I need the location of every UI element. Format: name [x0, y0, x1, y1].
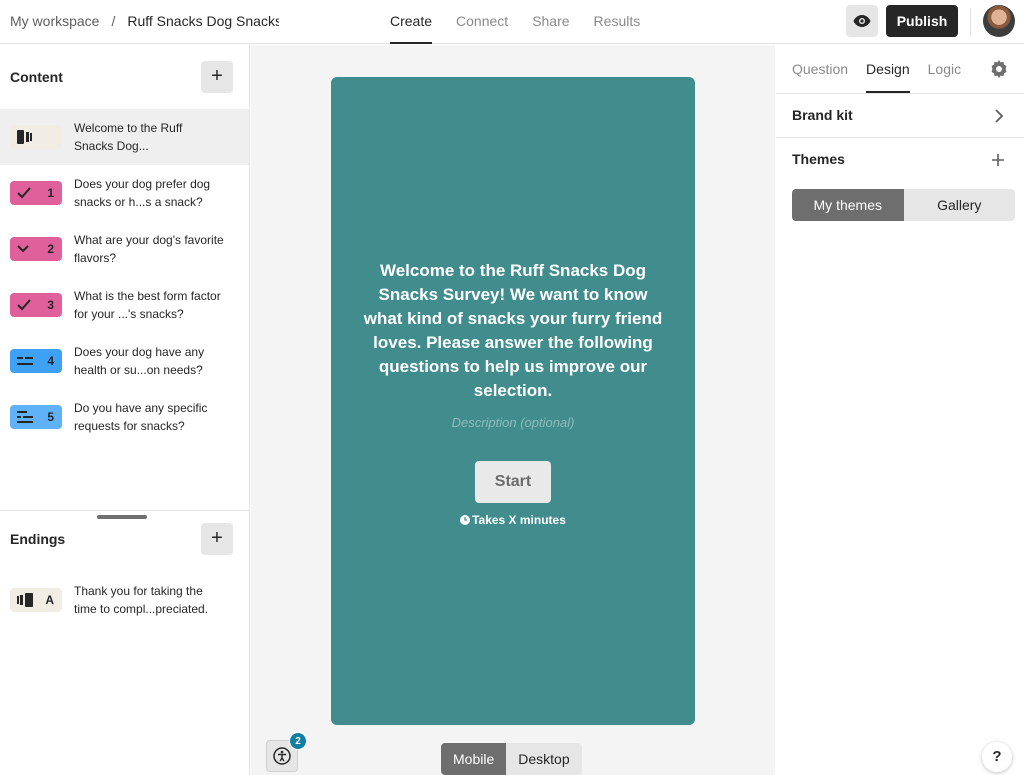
- short-text-icon: [17, 357, 33, 365]
- preview-canvas: Welcome to the Ruff Snacks Dog Snacks Su…: [251, 45, 775, 775]
- question-label: Does your dog have any health or su...on…: [74, 345, 205, 377]
- content-section-title: Content: [10, 69, 63, 85]
- question-number: 3: [47, 298, 54, 312]
- chevron-down-icon: [17, 245, 29, 253]
- list-item-welcome[interactable]: Welcome to the Ruff Snacks Dog...: [0, 109, 249, 165]
- tab-design[interactable]: Design: [866, 45, 910, 93]
- add-content-button[interactable]: +: [201, 61, 233, 93]
- preview-card[interactable]: Welcome to the Ruff Snacks Dog Snacks Su…: [331, 77, 695, 725]
- chevron-right-icon: [995, 109, 1004, 123]
- gear-icon[interactable]: [990, 60, 1008, 78]
- tab-share[interactable]: Share: [532, 0, 569, 44]
- question-number: 2: [47, 242, 54, 256]
- welcome-screen-icon: [17, 130, 32, 144]
- tab-results[interactable]: Results: [594, 0, 641, 44]
- question-badge: 1: [10, 181, 62, 205]
- user-avatar[interactable]: [983, 5, 1015, 37]
- description-placeholder[interactable]: Description (optional): [331, 415, 695, 430]
- theme-toggle: My themes Gallery: [792, 189, 1015, 221]
- main-tabs: Create Connect Share Results: [390, 0, 640, 44]
- time-to-complete-label: Takes X minutes: [472, 513, 566, 527]
- list-item-question-4[interactable]: 4 Does your dog have any health or su...…: [0, 333, 249, 389]
- endings-section-title: Endings: [10, 531, 66, 547]
- ending-badge: A: [10, 588, 62, 612]
- device-toggle: Mobile Desktop: [441, 743, 582, 775]
- breadcrumb-workspace-link[interactable]: My workspace: [10, 13, 99, 29]
- section-divider: [0, 510, 249, 511]
- breadcrumb-form-name[interactable]: Ruff Snacks Dog Snacks Survey: [127, 13, 279, 29]
- time-to-complete: Takes X minutes: [331, 513, 695, 527]
- ending-letter: A: [45, 593, 54, 607]
- list-item-ending-a[interactable]: A Thank you for taking the time to compl…: [0, 572, 249, 628]
- question-badge: 4: [10, 349, 62, 373]
- themes-row: Themes: [776, 137, 1024, 181]
- ending-label: Thank you for taking the time to compl..…: [74, 584, 209, 616]
- breadcrumb: My workspace / Ruff Snacks Dog Snacks Surv…: [10, 13, 279, 29]
- accessibility-icon: [273, 747, 291, 765]
- header-divider: [970, 8, 971, 36]
- brand-kit-row[interactable]: Brand kit: [776, 93, 1024, 137]
- settings-tabs: Question Design Logic: [792, 45, 961, 93]
- preview-button[interactable]: [846, 5, 878, 37]
- list-item-question-5[interactable]: 5 Do you have any specific requests for …: [0, 389, 249, 445]
- gallery-toggle[interactable]: Gallery: [903, 189, 1015, 221]
- eye-icon: [853, 15, 871, 27]
- list-item-question-1[interactable]: 1 Does your dog prefer dog snacks or h..…: [0, 165, 249, 221]
- welcome-label: Welcome to the Ruff Snacks Dog...: [74, 121, 183, 153]
- question-label: Does your dog prefer dog snacks or h...s…: [74, 177, 211, 209]
- content-panel: Content + Welcome to the Ruff Snacks Dog…: [0, 45, 250, 775]
- question-label: Do you have any specific requests for sn…: [74, 401, 208, 433]
- breadcrumb-separator: /: [111, 13, 116, 29]
- question-badge: 5: [10, 405, 62, 429]
- clock-icon: [460, 515, 471, 525]
- question-badge: 3: [10, 293, 62, 317]
- settings-panel: Question Design Logic Brand kit Themes M…: [776, 45, 1024, 775]
- checkmark-icon: [17, 299, 31, 311]
- list-item-question-2[interactable]: 2 What are your dog's favorite flavors?: [0, 221, 249, 277]
- desktop-toggle[interactable]: Desktop: [506, 743, 582, 775]
- checkmark-icon: [17, 187, 31, 199]
- my-themes-toggle[interactable]: My themes: [792, 189, 904, 221]
- question-number: 1: [47, 186, 54, 200]
- long-text-icon: [17, 411, 33, 423]
- question-label: What is the best form factor for your ..…: [74, 289, 221, 321]
- tab-connect[interactable]: Connect: [456, 0, 508, 44]
- list-item-question-3[interactable]: 3 What is the best form factor for your …: [0, 277, 249, 333]
- question-number: 5: [47, 410, 54, 424]
- tab-create[interactable]: Create: [390, 0, 433, 44]
- top-bar: My workspace / Ruff Snacks Dog Snacks Surv…: [0, 0, 1024, 44]
- welcome-badge: [10, 125, 62, 149]
- resize-handle[interactable]: [97, 515, 147, 519]
- add-ending-button[interactable]: +: [201, 523, 233, 555]
- plus-icon[interactable]: [992, 154, 1004, 166]
- accessibility-count-badge: 2: [289, 732, 307, 750]
- publish-button[interactable]: Publish: [886, 5, 958, 37]
- start-button[interactable]: Start: [475, 461, 551, 503]
- brand-kit-label: Brand kit: [792, 107, 853, 123]
- ending-screen-icon: [17, 593, 33, 607]
- question-number: 4: [47, 354, 54, 368]
- themes-label: Themes: [792, 151, 845, 167]
- tab-logic[interactable]: Logic: [928, 45, 961, 93]
- help-button[interactable]: ?: [982, 742, 1012, 772]
- question-badge: 2: [10, 237, 62, 261]
- question-label: What are your dog's favorite flavors?: [74, 233, 224, 265]
- mobile-toggle[interactable]: Mobile: [441, 743, 507, 775]
- welcome-message[interactable]: Welcome to the Ruff Snacks Dog Snacks Su…: [361, 259, 665, 403]
- tab-question[interactable]: Question: [792, 45, 848, 93]
